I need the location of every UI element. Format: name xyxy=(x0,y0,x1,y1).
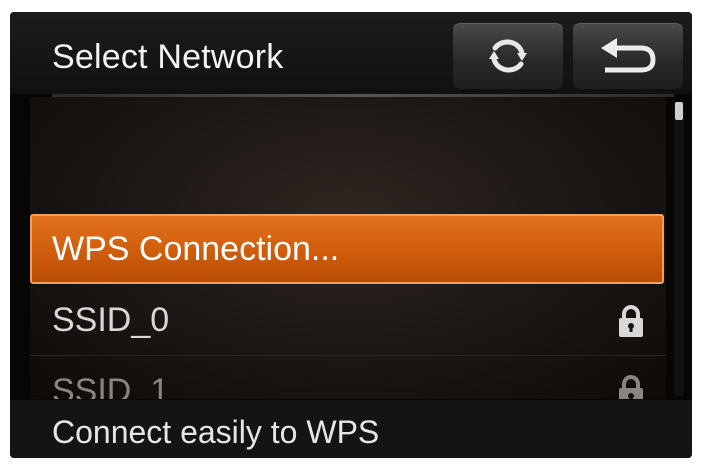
list-item-ssid-1[interactable]: SSID_1 xyxy=(30,356,666,399)
list-item-wps-connection[interactable]: WPS Connection... xyxy=(30,214,664,284)
header-bar: Select Network xyxy=(10,12,692,94)
lock-icon xyxy=(619,375,643,399)
camera-screen: Select Network WPS Connection... SSID_0 xyxy=(10,12,692,458)
list-item-label: SSID_1 xyxy=(52,371,170,400)
list-item-label: SSID_0 xyxy=(52,301,170,339)
scrollbar[interactable] xyxy=(674,102,684,396)
back-button[interactable] xyxy=(573,23,683,89)
page-title: Select Network xyxy=(52,38,284,76)
list-item-ssid-0[interactable]: SSID_0 xyxy=(30,286,666,356)
list-item-label: WPS Connection... xyxy=(52,229,340,268)
network-list[interactable]: WPS Connection... SSID_0 SSID_1 xyxy=(30,97,666,399)
footer-bar: Connect easily to WPS xyxy=(10,400,692,458)
refresh-button[interactable] xyxy=(453,23,563,89)
back-arrow-icon xyxy=(601,38,656,73)
scrollbar-thumb[interactable] xyxy=(675,102,683,120)
footer-hint: Connect easily to WPS xyxy=(52,414,380,450)
list-empty-space xyxy=(30,97,666,214)
lock-icon xyxy=(619,304,643,337)
refresh-icon xyxy=(489,39,527,73)
